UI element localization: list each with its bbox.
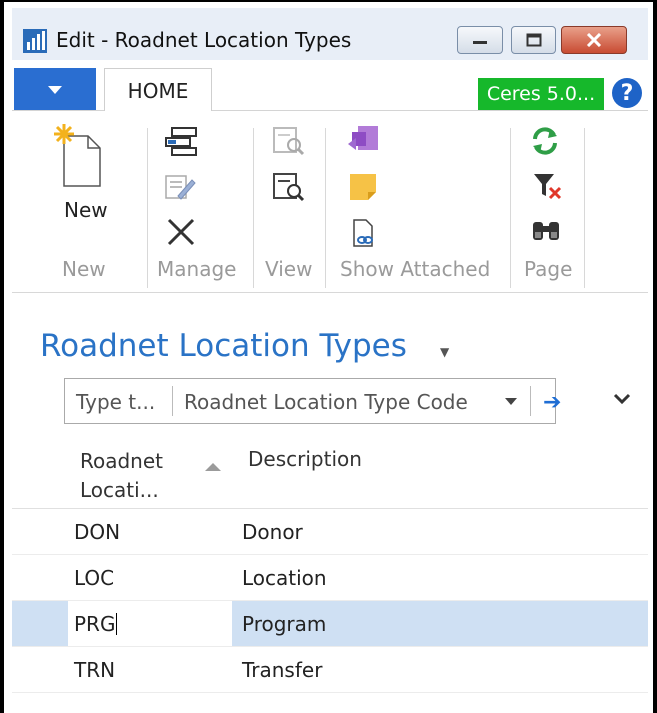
window-title: Edit - Roadnet Location Types bbox=[56, 28, 352, 52]
group-divider bbox=[584, 128, 585, 288]
apply-filter-arrow-icon[interactable]: ➔ bbox=[543, 390, 561, 415]
cell-description[interactable]: Transfer bbox=[242, 658, 322, 682]
table-row[interactable]: LOC Location bbox=[12, 555, 648, 601]
filter-divider bbox=[172, 386, 173, 416]
chevron-down-icon[interactable] bbox=[505, 398, 517, 405]
company-badge[interactable]: Ceres 5.0... bbox=[478, 78, 604, 110]
minimize-icon bbox=[473, 41, 487, 44]
text-cursor bbox=[116, 613, 118, 635]
filter-field-select[interactable]: Roadnet Location Type Code bbox=[184, 390, 468, 414]
sort-ascending-icon[interactable] bbox=[205, 463, 221, 471]
close-button[interactable] bbox=[561, 26, 627, 54]
help-icon[interactable]: ? bbox=[612, 78, 642, 108]
column-header-code-line1: Roadnet bbox=[80, 449, 164, 473]
title-dropdown-icon[interactable]: ▼ bbox=[440, 345, 449, 359]
group-label-manage: Manage bbox=[157, 257, 237, 281]
page-title[interactable]: Roadnet Location Types bbox=[40, 328, 407, 364]
table-row[interactable]: DON Donor bbox=[12, 509, 648, 555]
group-divider bbox=[325, 128, 326, 288]
view-list-icon[interactable] bbox=[164, 126, 198, 156]
table-row[interactable]: TRN Transfer bbox=[12, 647, 648, 693]
view-details-icon[interactable] bbox=[272, 172, 306, 202]
tab-home-label: HOME bbox=[127, 79, 189, 103]
column-header-code-line2: Locati... bbox=[80, 478, 159, 502]
delete-icon[interactable] bbox=[166, 218, 196, 246]
cell-code[interactable]: DON bbox=[74, 520, 120, 544]
cell-description[interactable]: Program bbox=[242, 612, 326, 636]
new-button[interactable]: New bbox=[64, 198, 108, 222]
find-icon[interactable] bbox=[530, 218, 562, 246]
maximize-button[interactable] bbox=[511, 26, 556, 54]
filter-search-input[interactable]: Type t... bbox=[76, 390, 155, 414]
dropdown-icon bbox=[48, 86, 62, 94]
group-divider bbox=[147, 128, 148, 288]
edit-icon[interactable] bbox=[164, 172, 198, 202]
group-divider bbox=[510, 128, 511, 288]
filter-divider bbox=[530, 386, 531, 416]
group-label-view: View bbox=[265, 257, 313, 281]
cell-code[interactable]: TRN bbox=[74, 658, 115, 682]
onenote-icon[interactable] bbox=[346, 124, 380, 156]
app-icon bbox=[23, 29, 47, 53]
links-icon[interactable] bbox=[350, 218, 378, 248]
column-header-description[interactable]: Description bbox=[248, 447, 362, 471]
notes-icon[interactable] bbox=[348, 172, 378, 202]
cell-description[interactable]: Location bbox=[242, 566, 327, 590]
column-header-code[interactable]: Roadnet Locati... bbox=[80, 447, 163, 505]
application-menu-button[interactable] bbox=[14, 68, 96, 110]
group-label-show-attached: Show Attached bbox=[340, 257, 491, 281]
clear-filter-icon[interactable] bbox=[532, 172, 564, 202]
new-icon[interactable] bbox=[52, 122, 106, 188]
cell-code-editing[interactable]: PRG bbox=[74, 612, 118, 636]
group-divider bbox=[253, 128, 254, 288]
tab-home[interactable]: HOME bbox=[104, 68, 212, 111]
refresh-icon[interactable] bbox=[530, 126, 560, 156]
expand-chevron-icon[interactable] bbox=[612, 392, 632, 406]
group-label-page: Page bbox=[524, 257, 573, 281]
group-label-new: New bbox=[62, 257, 106, 281]
cell-description[interactable]: Donor bbox=[242, 520, 303, 544]
cell-code-text: PRG bbox=[74, 612, 116, 636]
maximize-icon bbox=[526, 33, 541, 47]
view-icon[interactable] bbox=[272, 126, 306, 156]
minimize-button[interactable] bbox=[457, 26, 503, 54]
table-row-selected[interactable]: PRG Program bbox=[12, 601, 648, 647]
cell-code[interactable]: LOC bbox=[74, 566, 114, 590]
close-icon bbox=[586, 33, 602, 47]
